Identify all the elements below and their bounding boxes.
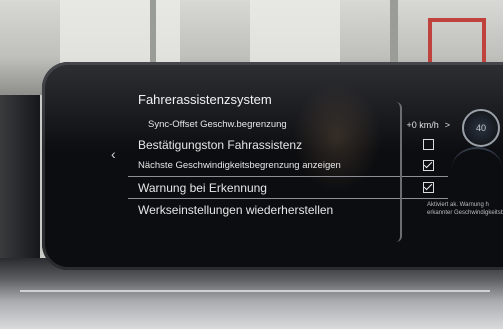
page-title: Fahrerassistenzsystem [138, 92, 272, 107]
menu-item-sync-offset[interactable]: Sync-Offset Geschw.begrenzung +0 km/h > [128, 114, 458, 135]
dashboard-trim [20, 290, 490, 292]
checkbox-checked[interactable] [423, 182, 434, 193]
checkbox-checked[interactable] [423, 160, 434, 171]
background-light [250, 0, 340, 70]
infotainment-screen: Fahrerassistenzsystem ‹ Sync-Offset Gesc… [42, 62, 503, 270]
road-lines-icon [452, 147, 502, 189]
menu-item-value: +0 km/h [406, 119, 439, 130]
chevron-right-icon: > [444, 119, 450, 130]
background-cabin-left [0, 95, 40, 275]
background-light [60, 0, 180, 70]
help-description: Aktiviert ak. Warnung h erkannter Geschw… [427, 202, 503, 216]
background-post [390, 0, 398, 70]
speed-limit-sign-icon: 40 [462, 109, 500, 147]
speed-limit-value: 40 [475, 123, 486, 133]
menu-curve-divider [396, 102, 402, 242]
checkbox-unchecked[interactable] [423, 139, 434, 150]
menu-item-label: Nächste Geschwindigkeitsbegrenzung anzei… [138, 160, 341, 171]
menu-item-label: Bestätigungston Fahrassistenz [138, 137, 303, 152]
background-red-frame [428, 18, 486, 62]
menu-item-label: Warnung bei Erkennung [138, 180, 267, 195]
chevron-left-icon[interactable]: ‹ [111, 146, 116, 162]
menu-item-label: Sync-Offset Geschw.begrenzung [148, 119, 287, 130]
